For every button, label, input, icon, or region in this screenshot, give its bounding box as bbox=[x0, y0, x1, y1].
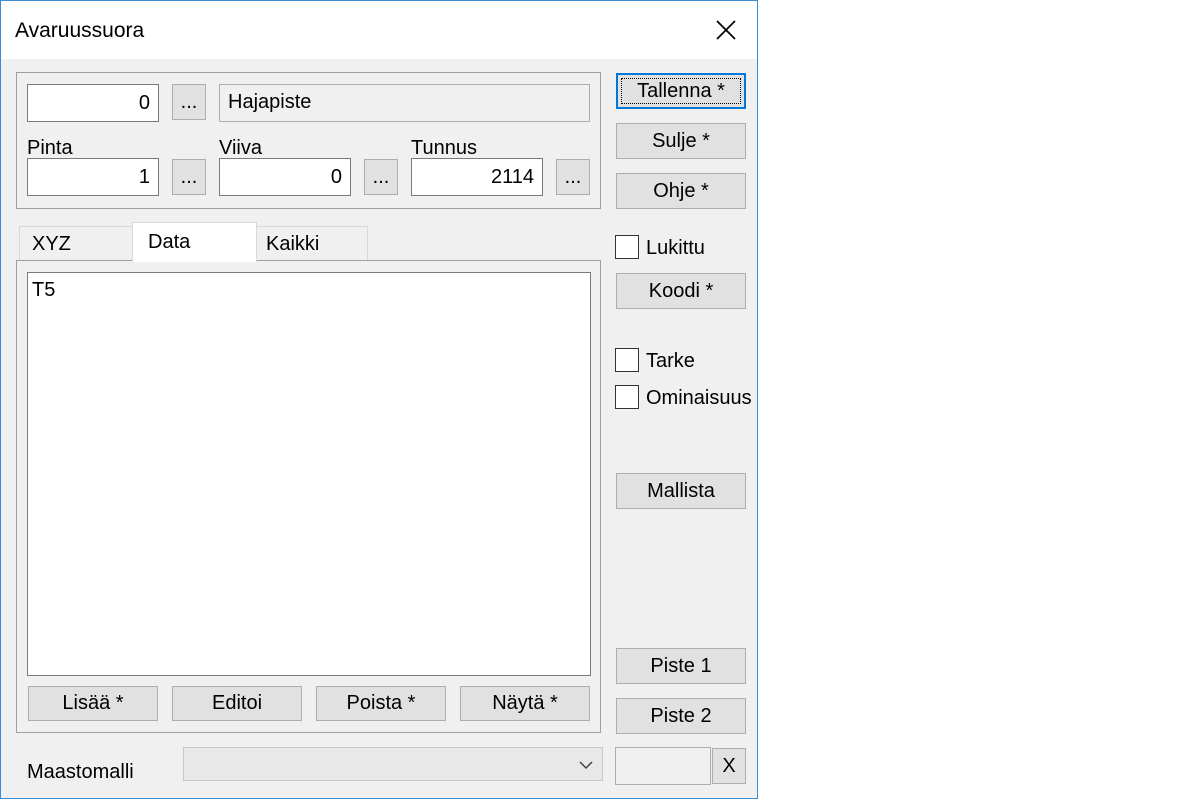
pinta-field-value: 1 bbox=[138, 165, 150, 188]
tab-xyz-label: XYZ bbox=[32, 232, 71, 255]
dialog-window: Avaruussuora 0 ... Hajapiste Pinta Viiva… bbox=[0, 0, 758, 799]
viiva-browse-label: ... bbox=[372, 165, 390, 188]
x-button-label: X bbox=[722, 754, 736, 777]
show-button-label: Näytä * bbox=[492, 692, 558, 714]
tab-kaikki-label: Kaikki bbox=[266, 232, 320, 255]
tab-xyz[interactable]: XYZ bbox=[19, 226, 133, 261]
save-button[interactable]: Tallenna * bbox=[616, 73, 746, 109]
delete-button-label: Poista * bbox=[346, 692, 416, 714]
point2-button[interactable]: Piste 2 bbox=[616, 698, 746, 734]
x-button[interactable]: X bbox=[712, 748, 746, 784]
type-field-value: Hajapiste bbox=[228, 91, 312, 113]
number-field-value: 0 bbox=[138, 91, 150, 114]
type-field: Hajapiste bbox=[219, 84, 590, 122]
close-button[interactable]: Sulje * bbox=[616, 123, 746, 159]
point1-button-label: Piste 1 bbox=[650, 654, 712, 677]
terrain-model-select[interactable] bbox=[183, 747, 603, 781]
viiva-label: Viiva bbox=[219, 137, 262, 159]
terrain-model-label: Maastomalli bbox=[27, 761, 134, 783]
tunnus-label: Tunnus bbox=[411, 137, 477, 159]
ominaisuus-label: Ominaisuus bbox=[646, 387, 752, 409]
ominaisuus-checkbox[interactable] bbox=[615, 385, 639, 409]
viiva-field[interactable]: 0 bbox=[219, 158, 351, 196]
pinta-browse-label: ... bbox=[180, 165, 198, 188]
data-text-area[interactable]: T5 bbox=[27, 272, 591, 676]
tab-kaikki[interactable]: Kaikki bbox=[256, 226, 368, 261]
tarke-label: Tarke bbox=[646, 350, 695, 372]
delete-button[interactable]: Poista * bbox=[316, 686, 446, 721]
data-text-content: T5 bbox=[32, 279, 56, 301]
point1-button[interactable]: Piste 1 bbox=[616, 648, 746, 684]
from-model-button[interactable]: Mallista bbox=[616, 473, 746, 509]
locked-checkbox[interactable] bbox=[615, 235, 639, 259]
locked-label: Lukittu bbox=[646, 237, 705, 259]
window-title: Avaruussuora bbox=[15, 19, 145, 42]
small-value-field[interactable] bbox=[615, 747, 711, 785]
close-button-label: Sulje * bbox=[652, 129, 710, 152]
edit-button[interactable]: Editoi bbox=[172, 686, 302, 721]
number-browse-label: ... bbox=[180, 90, 198, 113]
show-button[interactable]: Näytä * bbox=[460, 686, 590, 721]
help-button[interactable]: Ohje * bbox=[616, 173, 746, 209]
pinta-field[interactable]: 1 bbox=[27, 158, 159, 196]
pinta-label: Pinta bbox=[27, 137, 73, 159]
add-button[interactable]: Lisää * bbox=[28, 686, 158, 721]
edit-button-label: Editoi bbox=[211, 692, 263, 714]
help-button-label: Ohje * bbox=[653, 179, 709, 202]
from-model-button-label: Mallista bbox=[647, 479, 715, 502]
code-button[interactable]: Koodi * bbox=[616, 273, 746, 309]
tunnus-browse-button[interactable]: ... bbox=[556, 159, 590, 195]
pinta-browse-button[interactable]: ... bbox=[172, 159, 206, 195]
tunnus-browse-label: ... bbox=[564, 165, 582, 188]
viiva-browse-button[interactable]: ... bbox=[364, 159, 398, 195]
tunnus-field[interactable]: 2114 bbox=[411, 158, 543, 196]
save-button-label: Tallenna * bbox=[637, 79, 725, 102]
tab-data[interactable]: Data bbox=[132, 222, 257, 262]
viiva-field-value: 0 bbox=[330, 165, 342, 188]
close-icon[interactable] bbox=[709, 13, 743, 47]
chevron-down-icon bbox=[579, 761, 593, 770]
tunnus-field-value: 2114 bbox=[490, 165, 534, 188]
point2-button-label: Piste 2 bbox=[650, 704, 712, 727]
code-button-label: Koodi * bbox=[648, 279, 714, 302]
number-field[interactable]: 0 bbox=[27, 84, 159, 122]
tab-data-label: Data bbox=[148, 231, 191, 253]
number-browse-button[interactable]: ... bbox=[172, 84, 206, 120]
tarke-checkbox[interactable] bbox=[615, 348, 639, 372]
title-bar: Avaruussuora bbox=[1, 1, 757, 59]
add-button-label: Lisää * bbox=[62, 692, 124, 714]
